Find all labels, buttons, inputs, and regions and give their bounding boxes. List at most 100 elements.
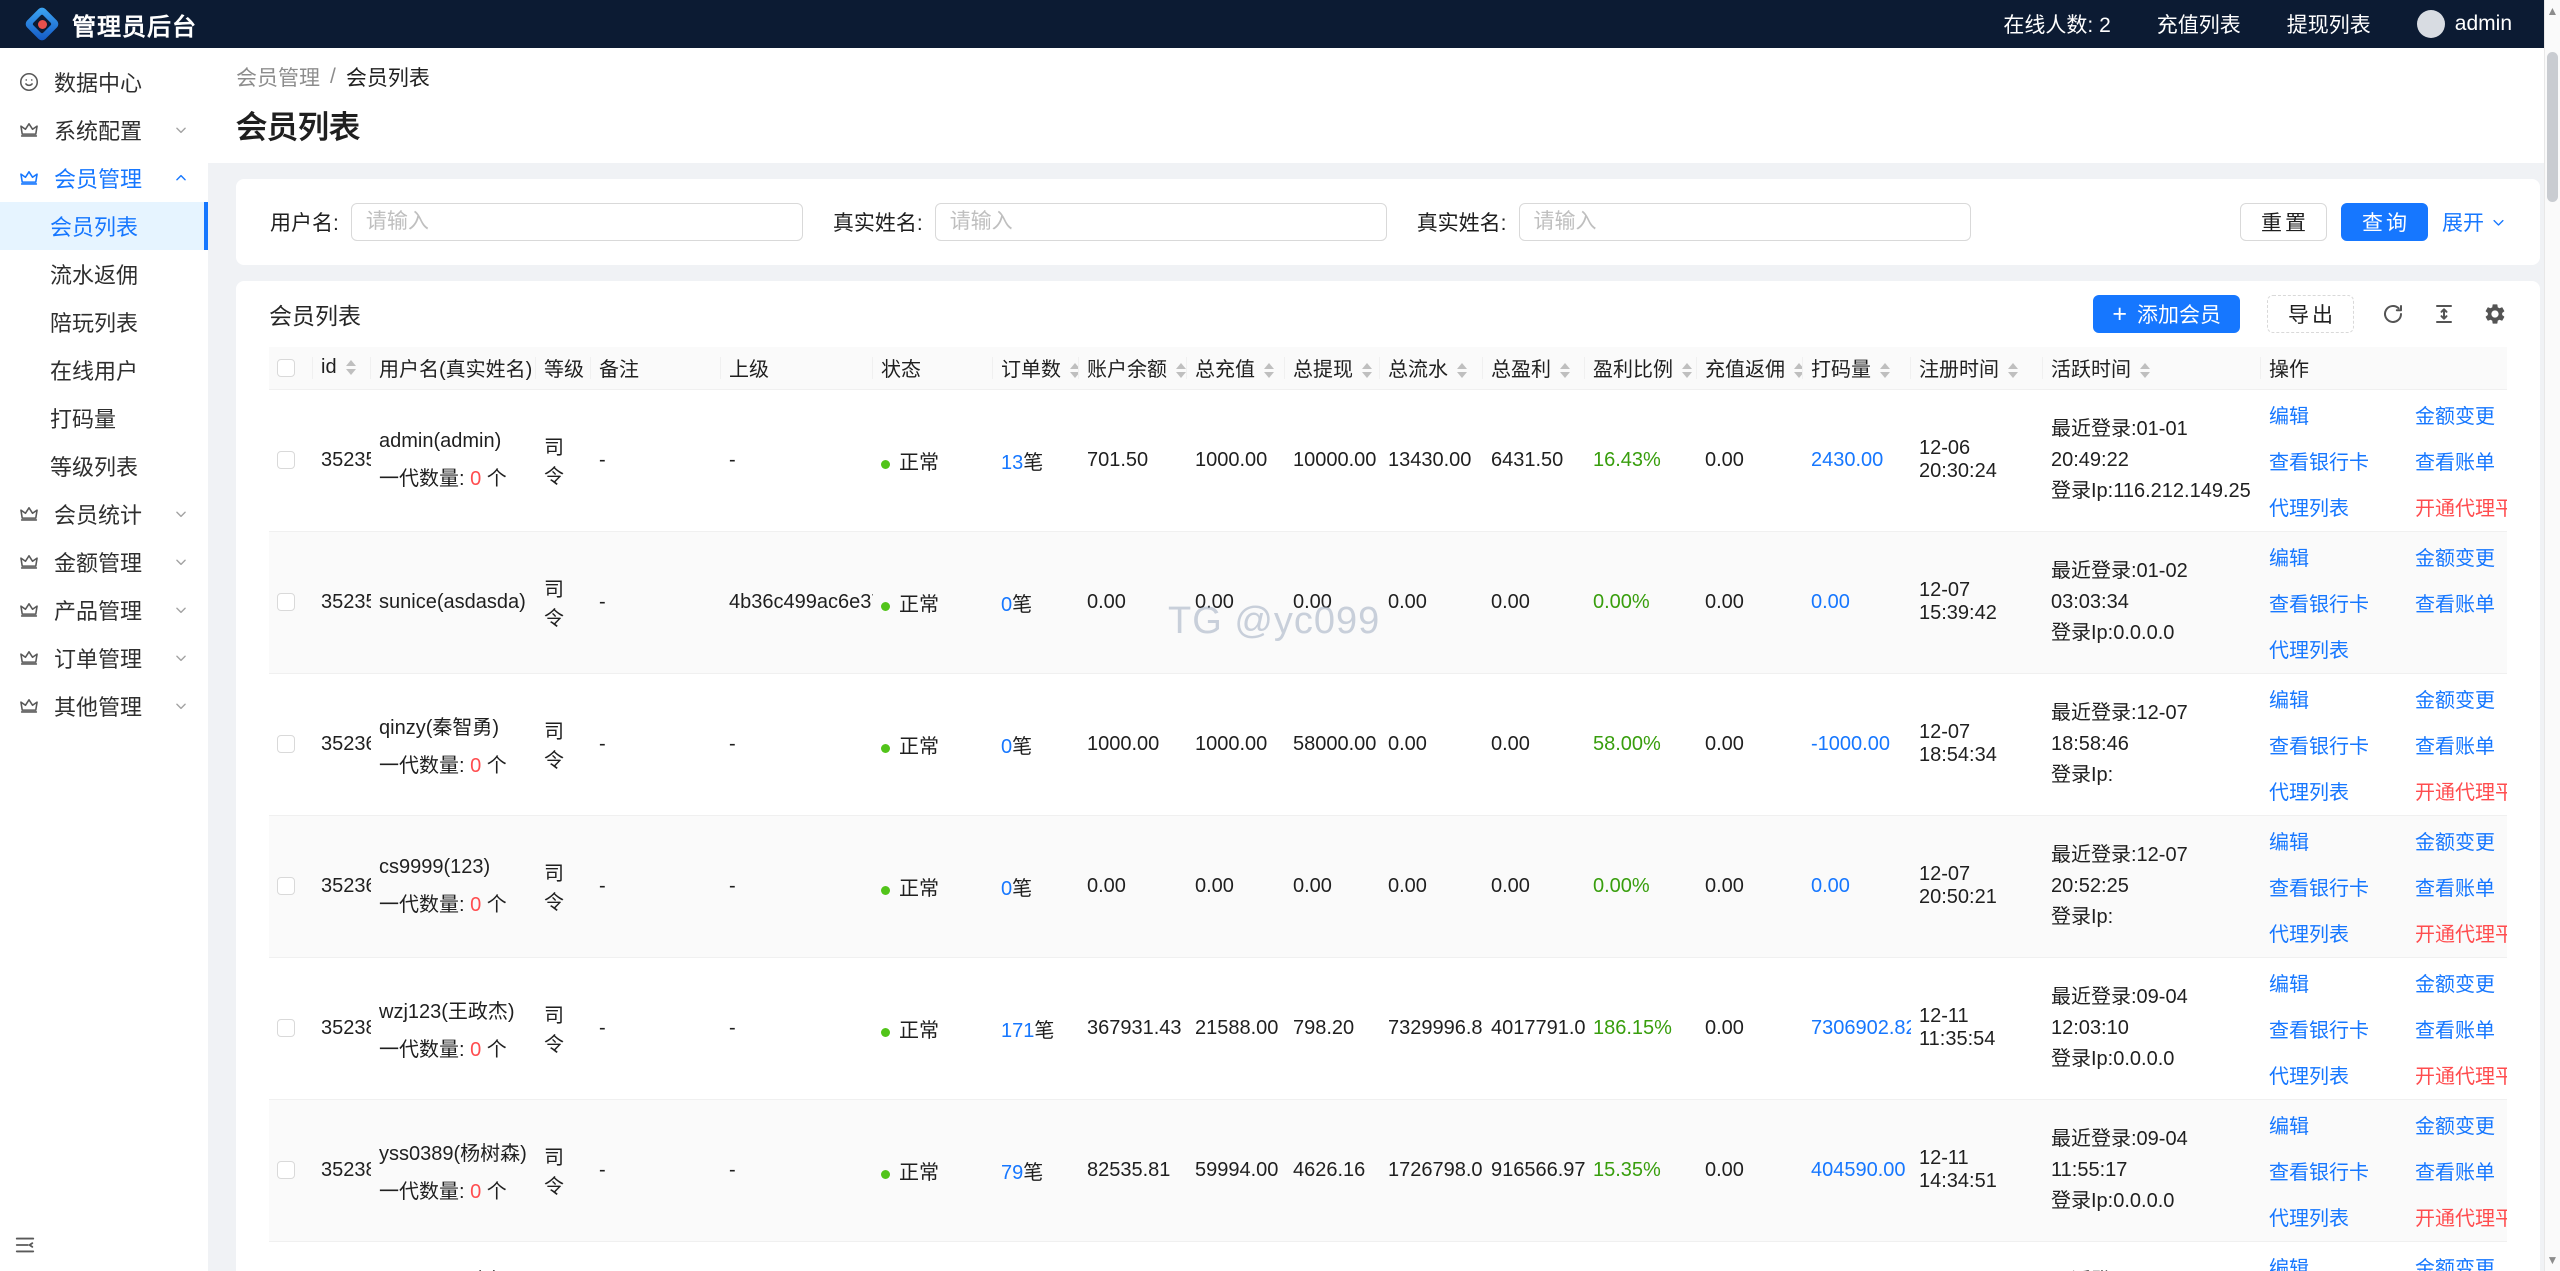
breadcrumb-parent[interactable]: 会员管理 bbox=[236, 62, 320, 92]
op-link[interactable]: 查看银行卡 bbox=[2269, 1156, 2393, 1185]
sidebar-item-companion-list[interactable]: 陪玩列表 bbox=[0, 298, 208, 346]
dama-link[interactable]: 404590.00 bbox=[1811, 1159, 1906, 1181]
op-link[interactable]: 代理列表 bbox=[2269, 918, 2393, 947]
dama-link[interactable]: 0.00 bbox=[1811, 591, 1850, 613]
sidebar-item-member-list[interactable]: 会员列表 bbox=[0, 202, 208, 250]
orders-link[interactable]: 0 bbox=[1001, 594, 1012, 616]
sidebar-item-dama-volume[interactable]: 打码量 bbox=[0, 394, 208, 442]
op-link[interactable]: 代理列表 bbox=[2269, 634, 2393, 663]
realname-input-1[interactable] bbox=[934, 203, 1387, 241]
op-link[interactable]: 编辑 bbox=[2269, 1110, 2393, 1139]
op-link[interactable]: 查看账单 bbox=[2415, 588, 2499, 617]
column-header-balance[interactable]: 账户余额 bbox=[1079, 347, 1187, 390]
op-link[interactable]: 查看银行卡 bbox=[2269, 1014, 2393, 1043]
orders-link[interactable]: 171 bbox=[1001, 1020, 1034, 1042]
realname-input-2[interactable] bbox=[1518, 203, 1971, 241]
column-header-reg_time[interactable]: 注册时间 bbox=[1911, 347, 2043, 390]
op-link[interactable]: 查看银行卡 bbox=[2269, 730, 2393, 759]
op-link[interactable]: 开通代理平台 bbox=[2415, 918, 2507, 947]
reset-button[interactable]: 重置 bbox=[2240, 203, 2327, 241]
op-link[interactable]: 金额变更 bbox=[2415, 684, 2507, 713]
column-header-total_recharge[interactable]: 总充值 bbox=[1187, 347, 1285, 390]
withdraw-list-link[interactable]: 提现列表 bbox=[2287, 9, 2371, 39]
op-link[interactable]: 代理列表 bbox=[2269, 776, 2393, 805]
sidebar-item-amount-management[interactable]: 金额管理 bbox=[0, 538, 208, 586]
op-link[interactable]: 查看账单 bbox=[2415, 446, 2507, 475]
op-link[interactable]: 代理列表 bbox=[2269, 1060, 2393, 1089]
column-header-dama[interactable]: 打码量 bbox=[1803, 347, 1911, 390]
orders-link[interactable]: 0 bbox=[1001, 736, 1012, 758]
op-link[interactable]: 金额变更 bbox=[2415, 1110, 2507, 1139]
export-button[interactable]: 导出 bbox=[2267, 295, 2354, 333]
op-link[interactable]: 编辑 bbox=[2269, 968, 2393, 997]
orders-link[interactable]: 13 bbox=[1001, 452, 1023, 474]
column-header-total_flow[interactable]: 总流水 bbox=[1380, 347, 1483, 390]
select-all-checkbox[interactable] bbox=[277, 358, 295, 377]
dama-link[interactable]: -1000.00 bbox=[1811, 733, 1890, 755]
add-member-button[interactable]: + 添加会员 bbox=[2093, 295, 2240, 333]
column-header-id[interactable]: id bbox=[313, 347, 371, 390]
column-height-icon[interactable] bbox=[2432, 302, 2456, 326]
op-link[interactable]: 查看账单 bbox=[2415, 1156, 2507, 1185]
op-link[interactable]: 金额变更 bbox=[2415, 542, 2499, 571]
row-checkbox[interactable] bbox=[277, 593, 295, 612]
column-header-orders[interactable]: 订单数 bbox=[993, 347, 1079, 390]
sidebar-item-product-management[interactable]: 产品管理 bbox=[0, 586, 208, 634]
sidebar-item-member-statistics[interactable]: 会员统计 bbox=[0, 490, 208, 538]
row-checkbox[interactable] bbox=[277, 1161, 295, 1180]
scroll-up-icon[interactable]: ▲ bbox=[2545, 3, 2560, 19]
op-link[interactable]: 编辑 bbox=[2269, 826, 2393, 855]
scroll-down-icon[interactable]: ▼ bbox=[2545, 1252, 2560, 1268]
op-link[interactable]: 编辑 bbox=[2269, 542, 2393, 571]
dama-link[interactable]: 7306902.82 bbox=[1811, 1017, 1911, 1039]
scrollbar-thumb[interactable] bbox=[2547, 52, 2558, 202]
op-link[interactable]: 编辑 bbox=[2269, 684, 2393, 713]
column-header-total_withdraw[interactable]: 总提现 bbox=[1285, 347, 1380, 390]
recharge-list-link[interactable]: 充值列表 bbox=[2157, 9, 2241, 39]
sidebar-item-online-users[interactable]: 在线用户 bbox=[0, 346, 208, 394]
op-link[interactable]: 金额变更 bbox=[2415, 400, 2507, 429]
settings-gear-icon[interactable] bbox=[2483, 302, 2507, 326]
query-button[interactable]: 查询 bbox=[2341, 203, 2428, 241]
op-link[interactable]: 编辑 bbox=[2269, 1252, 2393, 1271]
orders-link[interactable]: 79 bbox=[1001, 1162, 1023, 1184]
row-checkbox[interactable] bbox=[277, 877, 295, 896]
op-link[interactable]: 查看账单 bbox=[2415, 872, 2507, 901]
column-header-total_profit[interactable]: 总盈利 bbox=[1483, 347, 1585, 390]
op-link[interactable]: 代理列表 bbox=[2269, 1202, 2393, 1231]
op-link[interactable]: 查看账单 bbox=[2415, 1014, 2507, 1043]
sidebar-item-other-management[interactable]: 其他管理 bbox=[0, 682, 208, 730]
op-link[interactable]: 开通代理平台 bbox=[2415, 492, 2507, 521]
op-link[interactable]: 编辑 bbox=[2269, 400, 2393, 429]
sidebar-item-order-management[interactable]: 订单管理 bbox=[0, 634, 208, 682]
row-checkbox[interactable] bbox=[277, 451, 295, 470]
op-link[interactable]: 金额变更 bbox=[2415, 968, 2507, 997]
op-link[interactable]: 金额变更 bbox=[2415, 1252, 2507, 1271]
op-link[interactable]: 开通代理平台 bbox=[2415, 776, 2507, 805]
sidebar-item-member-management[interactable]: 会员管理 bbox=[0, 154, 208, 202]
column-header-active_time[interactable]: 活跃时间 bbox=[2043, 347, 2261, 390]
vertical-scrollbar[interactable]: ▲ ▼ bbox=[2544, 0, 2560, 1271]
op-link[interactable]: 代理列表 bbox=[2269, 492, 2393, 521]
username-input[interactable] bbox=[350, 203, 803, 241]
column-header-profit_ratio[interactable]: 盈利比例 bbox=[1585, 347, 1697, 390]
dama-link[interactable]: 2430.00 bbox=[1811, 449, 1883, 471]
row-checkbox[interactable] bbox=[277, 1019, 295, 1038]
refresh-icon[interactable] bbox=[2381, 302, 2405, 326]
op-link[interactable]: 查看银行卡 bbox=[2269, 872, 2393, 901]
orders-link[interactable]: 0 bbox=[1001, 878, 1012, 900]
user-menu[interactable]: admin bbox=[2416, 10, 2512, 38]
expand-toggle[interactable]: 展开 bbox=[2442, 207, 2506, 237]
op-link[interactable]: 金额变更 bbox=[2415, 826, 2507, 855]
column-header-recharge_rebate[interactable]: 充值返佣 bbox=[1697, 347, 1803, 390]
sidebar-item-level-list[interactable]: 等级列表 bbox=[0, 442, 208, 490]
row-checkbox[interactable] bbox=[277, 735, 295, 754]
sidebar-item-flow-rebate[interactable]: 流水返佣 bbox=[0, 250, 208, 298]
op-link[interactable]: 查看银行卡 bbox=[2269, 588, 2393, 617]
op-link[interactable]: 开通代理平台 bbox=[2415, 1060, 2507, 1089]
dama-link[interactable]: 0.00 bbox=[1811, 875, 1850, 897]
op-link[interactable]: 开通代理平台 bbox=[2415, 1202, 2507, 1231]
menu-fold-icon[interactable] bbox=[14, 1234, 36, 1261]
op-link[interactable]: 查看账单 bbox=[2415, 730, 2507, 759]
op-link[interactable]: 查看银行卡 bbox=[2269, 446, 2393, 475]
